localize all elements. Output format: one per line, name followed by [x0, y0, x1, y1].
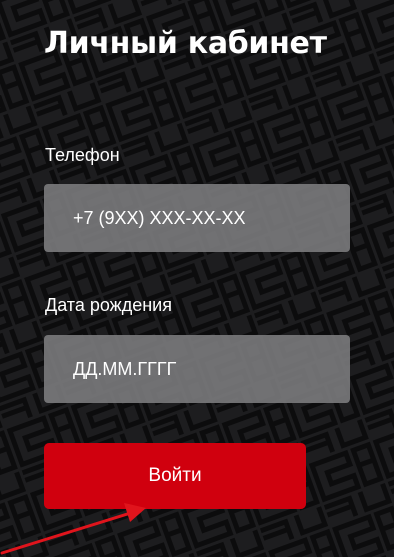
birthdate-label: Дата рождения [45, 295, 172, 315]
phone-label: Телефон [45, 145, 120, 165]
phone-input[interactable] [44, 184, 350, 252]
login-button[interactable]: Войти [44, 443, 306, 509]
birthdate-input[interactable] [44, 335, 350, 403]
page-title: Личный кабинет [44, 26, 327, 61]
login-screen: Личный кабинет Телефон Дата рождения Вой… [0, 0, 394, 557]
